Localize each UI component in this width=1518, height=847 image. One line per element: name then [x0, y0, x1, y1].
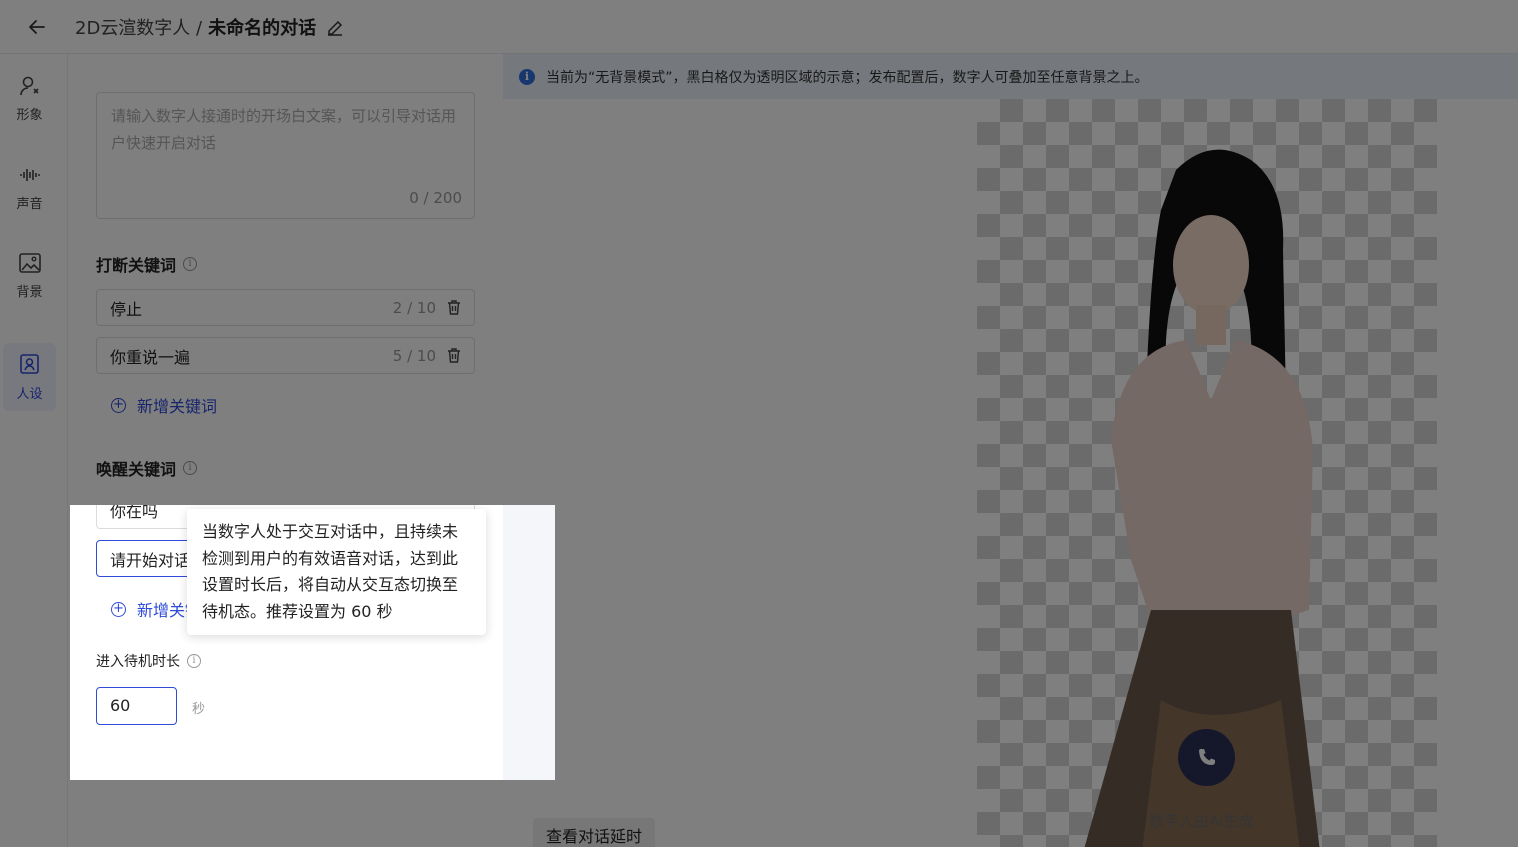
top-header: 2D云渲数字人 / 未命名的对话 [0, 0, 1518, 54]
view-latency-button[interactable]: 查看对话延时 [533, 818, 656, 847]
info-icon[interactable]: i [187, 654, 201, 668]
breadcrumb-parent[interactable]: 2D云渲数字人 / [75, 14, 202, 40]
preview-area: i 当前为“无背景模式”，黑白格仅为透明区域的示意；发布配置后，数字人可叠加至任… [503, 54, 1518, 847]
call-button[interactable] [1178, 729, 1235, 786]
sidebar: 形象 声音 背景 人设 [0, 54, 68, 847]
notice-banner: i 当前为“无背景模式”，黑白格仅为透明区域的示意；发布配置后，数字人可叠加至任… [503, 54, 1518, 99]
image-icon [18, 252, 41, 273]
unit-label: 秒 [192, 702, 206, 717]
char-counter: 2 / 10 [392, 298, 436, 317]
interrupt-keywords-title: 打断关键词 i [96, 252, 198, 276]
sidebar-item-voice[interactable]: 声音 [3, 153, 56, 221]
page-title: 未命名的对话 [208, 17, 317, 39]
opening-text-input[interactable]: 请输入数字人接通时的开场白文案，可以引导对话用户快速开启对话 0 / 200 [96, 92, 475, 219]
arrow-left-icon [29, 19, 45, 34]
sidebar-item-avatar[interactable]: 形象 [3, 64, 56, 132]
tooltip-text: 当数字人处于交互对话中，且持续未检测到用户的有效语音对话，达到此设置时长后，将自… [202, 522, 459, 621]
persona-icon [19, 353, 39, 374]
info-icon: i [519, 68, 535, 85]
wake-keywords-title: 唤醒关键词 i [96, 456, 198, 480]
standby-tooltip: 当数字人处于交互对话中，且持续未检测到用户的有效语音对话，达到此设置时长后，将自… [187, 509, 486, 635]
char-counter: 5 / 10 [392, 346, 436, 365]
sidebar-item-label: 声音 [16, 196, 43, 212]
char-counter: 0 / 200 [409, 189, 462, 207]
phone-icon [1198, 748, 1215, 765]
ai-watermark: 数字人由AI生成 [1149, 812, 1254, 830]
waveform-icon [19, 168, 40, 181]
standby-duration-input[interactable]: 60 [96, 687, 177, 725]
opening-placeholder: 请输入数字人接通时的开场白文案，可以引导对话用户快速开启对话 [111, 107, 457, 152]
sidebar-item-background[interactable]: 背景 [3, 241, 56, 309]
trash-icon[interactable] [447, 348, 461, 363]
breadcrumb: 2D云渲数字人 / 未命名的对话 [75, 14, 344, 40]
info-icon[interactable]: i [183, 257, 198, 271]
notice-text: 当前为“无背景模式”，黑白格仅为透明区域的示意；发布配置后，数字人可叠加至任意背… [546, 69, 1149, 86]
info-icon[interactable]: i [183, 461, 198, 475]
trash-icon[interactable] [447, 300, 461, 315]
plus-circle-icon: + [111, 397, 126, 413]
plus-circle-icon: + [111, 601, 126, 617]
sidebar-item-label: 人设 [16, 386, 43, 402]
pencil-icon [328, 20, 343, 36]
standby-duration-label: 进入待机时长 i [96, 651, 201, 671]
sidebar-item-label: 形象 [16, 107, 43, 123]
interrupt-keyword-row[interactable]: 停止 2 / 10 [96, 289, 475, 326]
back-button[interactable] [18, 8, 56, 46]
person-icon [19, 76, 39, 95]
add-interrupt-keyword-button[interactable]: + 新增关键词 [111, 393, 217, 417]
sidebar-item-label: 背景 [16, 284, 43, 300]
edit-title-button[interactable] [326, 18, 344, 36]
interrupt-keyword-row[interactable]: 你重说一遍 5 / 10 [96, 337, 475, 374]
sidebar-item-persona[interactable]: 人设 [3, 343, 56, 411]
